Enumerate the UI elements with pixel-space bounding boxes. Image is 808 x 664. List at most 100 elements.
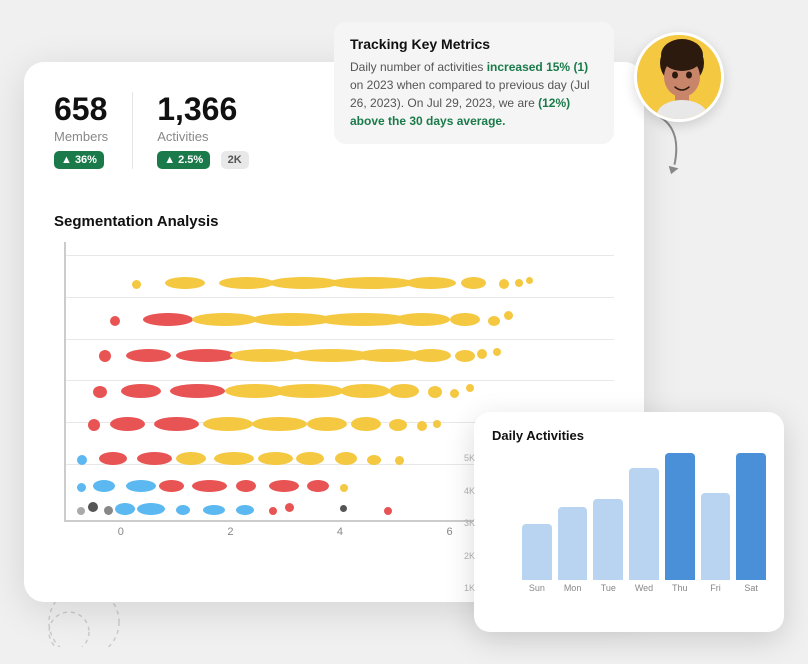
dot <box>154 417 199 431</box>
y-label-3k: 3K <box>464 518 475 528</box>
segmentation-title: Segmentation Analysis <box>54 213 614 230</box>
tracking-title: Tracking Key Metrics <box>350 36 598 52</box>
dot <box>126 480 156 492</box>
bar-tue-label: Tue <box>601 583 616 593</box>
dot <box>367 455 381 465</box>
dot <box>110 316 120 326</box>
grid-line-4 <box>66 339 614 340</box>
dot <box>285 503 294 512</box>
top-area: 658 Members ▲ 36% 1,366 Activities ▲ 2.5… <box>54 92 614 189</box>
dot <box>99 350 111 362</box>
members-label: Members <box>54 129 108 144</box>
bar-sat-fill <box>736 453 766 580</box>
dot <box>192 313 257 326</box>
dot <box>258 452 293 465</box>
dot <box>488 316 500 326</box>
dot <box>269 480 299 492</box>
bar-thu-fill <box>665 453 695 580</box>
dot <box>77 507 85 515</box>
bar-tue-fill <box>593 499 623 580</box>
y-label-1k: 1K <box>464 583 475 593</box>
dot <box>433 420 441 428</box>
dot <box>137 503 165 515</box>
dot <box>389 419 407 431</box>
y-axis-labels: 5K 4K 3K 2K 1K <box>464 453 475 593</box>
dot <box>351 417 381 431</box>
dot <box>335 452 357 465</box>
activities-metric: 1,366 Activities ▲ 2.5% 2K <box>157 92 273 169</box>
bar-mon-fill <box>558 507 588 580</box>
x-label-4: 4 <box>285 526 395 538</box>
dot <box>340 484 348 492</box>
dot <box>121 384 161 398</box>
tracking-box: Tracking Key Metrics Daily number of act… <box>334 22 614 144</box>
dot <box>477 349 487 359</box>
dot <box>192 480 227 492</box>
dot <box>340 384 390 398</box>
dot <box>104 506 113 515</box>
bar-wed: Wed <box>629 453 659 593</box>
grid-line-5 <box>66 297 614 298</box>
dot <box>455 350 475 362</box>
members-value: 658 <box>54 92 108 127</box>
dot <box>88 419 100 431</box>
tracking-highlight1: increased 15% (1) <box>487 60 588 74</box>
dot <box>450 313 480 326</box>
bar-fri-fill <box>701 493 731 580</box>
avatar <box>634 32 724 122</box>
dot <box>159 480 184 492</box>
dot <box>417 421 427 431</box>
dot <box>203 505 225 515</box>
activities-badge: ▲ 2.5% <box>157 151 210 169</box>
dot <box>411 349 451 362</box>
dot <box>395 456 404 465</box>
grid-line-3 <box>66 380 614 381</box>
dot <box>143 313 193 326</box>
dot <box>93 480 115 492</box>
dot <box>466 384 474 392</box>
bar-sat-label: Sat <box>744 583 758 593</box>
dot <box>236 480 256 492</box>
x-label-0: 0 <box>66 526 176 538</box>
dot <box>93 386 107 398</box>
activities-value: 1,366 <box>157 92 249 127</box>
metrics-row: 658 Members ▲ 36% 1,366 Activities ▲ 2.5… <box>54 92 324 169</box>
y-label-4k: 4K <box>464 486 475 496</box>
bar-chart-wrapper: 5K 4K 3K 2K 1K Sun Mon Tue <box>492 453 766 593</box>
dot <box>307 480 329 492</box>
arrow-icon <box>634 110 704 190</box>
bar-wed-label: Wed <box>635 583 653 593</box>
bar-mon-label: Mon <box>564 583 582 593</box>
daily-activities-card: Daily Activities 5K 4K 3K 2K 1K Sun Mon <box>474 412 784 632</box>
bar-sun: Sun <box>522 453 552 593</box>
dot <box>526 277 533 284</box>
dot <box>406 277 456 289</box>
dot <box>395 313 450 326</box>
bar-thu: Thu <box>665 453 695 593</box>
dot <box>504 311 513 320</box>
dot <box>132 280 141 289</box>
dot <box>307 417 347 431</box>
y-label-2k: 2K <box>464 551 475 561</box>
dot <box>214 452 254 465</box>
y-label-5k: 5K <box>464 453 475 463</box>
bar-sun-label: Sun <box>529 583 545 593</box>
dot <box>269 507 277 515</box>
dot <box>329 277 414 289</box>
dot <box>515 279 523 287</box>
daily-activities-title: Daily Activities <box>492 428 766 443</box>
left-metrics: 658 Members ▲ 36% 1,366 Activities ▲ 2.5… <box>54 92 324 189</box>
activities-label: Activities <box>157 129 249 144</box>
dot <box>389 384 419 398</box>
tracking-box-wrapper: Tracking Key Metrics Daily number of act… <box>324 92 614 144</box>
members-badge: ▲ 36% <box>54 151 104 169</box>
dot <box>428 386 442 398</box>
bar-fri-label: Fri <box>710 583 721 593</box>
bar-tue: Tue <box>593 453 623 593</box>
activities-badge2: 2K <box>221 151 249 169</box>
dot <box>340 505 347 512</box>
dot <box>77 455 87 465</box>
dot <box>274 384 344 398</box>
bar-sun-fill <box>522 524 552 580</box>
dot <box>126 349 171 362</box>
